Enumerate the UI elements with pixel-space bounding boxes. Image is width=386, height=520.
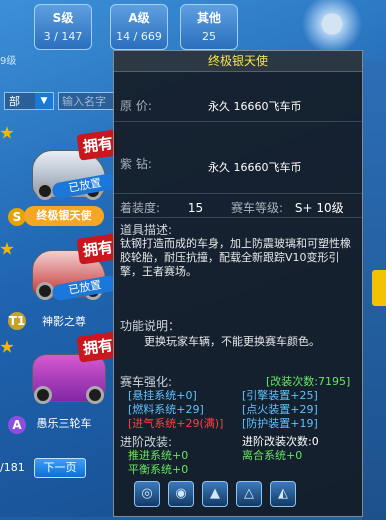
pager: /181 下一页 xyxy=(0,458,118,478)
stat-a-grade[interactable]: A级 14 / 669 xyxy=(110,4,168,50)
enhance-left-1: [燃料系统+29] xyxy=(128,403,204,416)
level-value: S+ 10级 xyxy=(294,201,344,215)
fin-icon: ◭ xyxy=(270,481,296,507)
wheel-icon xyxy=(36,182,54,200)
func-text: 更换玩家车辆，不能更换赛车颜色。 xyxy=(144,335,320,348)
enhance-right-1: [点火装置+29] xyxy=(242,403,318,416)
stat-s-grade[interactable]: S级 3 / 147 xyxy=(34,4,92,50)
swirl-icon: ◉ xyxy=(168,481,194,507)
side-tab[interactable] xyxy=(372,270,386,306)
search-input[interactable]: 输入名字 xyxy=(58,92,118,110)
car-name: 愚乐三轮车 xyxy=(36,417,92,430)
equip-value: 15 xyxy=(187,201,204,215)
spin-icon: ◎ xyxy=(134,481,160,507)
equip-row: 着装度: 15 赛车等级: S+ 10级 xyxy=(120,199,344,216)
divider xyxy=(114,217,362,218)
desc-text: 钛钢打造而成的车身，加上防震玻璃和可塑性橡胶轮胎，耐压抗撞，配载全新跟踪V10变… xyxy=(120,237,351,278)
chevron-down-icon[interactable]: ▼ xyxy=(35,93,53,109)
dropdown-value: 部 xyxy=(9,95,20,108)
tri-icon: △ xyxy=(236,481,262,507)
stat-other[interactable]: 其他 25 xyxy=(180,4,238,50)
purple-price-row: 紫 钻: xyxy=(120,155,152,172)
enhance-right-0: [引擎装置+25] xyxy=(242,389,318,402)
advanced-label: 进阶改装: xyxy=(120,435,173,449)
page-count: /181 xyxy=(0,461,25,474)
star-icon xyxy=(0,126,14,139)
purple-price: 永久 16660飞车币 xyxy=(208,161,302,174)
enhance-label: 赛车强化: xyxy=(120,375,173,389)
tooltip-title: 终极银天使 xyxy=(114,51,362,72)
enhance-count: [改装次数:7195] xyxy=(266,375,351,388)
original-price: 永久 16660飞车币 xyxy=(208,100,302,113)
stat-label: S级 xyxy=(52,11,74,25)
level-label: 赛车等级: xyxy=(230,201,284,215)
wheel-icon xyxy=(34,386,52,404)
next-page-button[interactable]: 下一页 xyxy=(34,458,86,478)
stat-label: A级 xyxy=(128,11,150,25)
purple-price-label: 紫 钻: xyxy=(120,157,152,171)
desc-label: 道具描述: xyxy=(120,223,173,237)
enhance-right-2: [防护装置+19] xyxy=(242,417,318,430)
wheel-icon xyxy=(86,386,104,404)
stat-label: 其他 xyxy=(196,11,221,25)
func-label: 功能说明： xyxy=(120,319,181,333)
original-price-row: 原 价: xyxy=(120,97,152,114)
equip-label: 着装度: xyxy=(120,201,161,215)
advanced-count: 进阶改装次数:0 xyxy=(242,435,319,448)
enhance-left-2: [进气系统+29(满)] xyxy=(128,417,224,430)
category-dropdown[interactable]: 部 ▼ xyxy=(4,92,54,110)
car-card[interactable]: 拥有 已放置 T1 神影之尊 xyxy=(0,228,120,346)
enhance-left-0: [悬挂系统+0] xyxy=(128,389,197,402)
stat-value: 14 / 669 xyxy=(116,30,162,43)
star-icon xyxy=(0,242,14,255)
advanced-right-0: 离合系统+0 xyxy=(242,449,303,462)
collection-stats: S级 3 / 147 A级 14 / 669 其他 25 xyxy=(0,0,386,52)
car-card[interactable]: 拥有 A 愚乐三轮车 xyxy=(0,331,120,452)
car-card[interactable]: 拥有 已放置 S 终极银天使 xyxy=(0,112,120,230)
advanced-left-1: 平衡系统+0 xyxy=(128,463,189,476)
level-fragment: 9级 xyxy=(0,56,17,67)
divider xyxy=(114,121,362,122)
wing-icon: ▲ xyxy=(202,481,228,507)
divider xyxy=(114,193,362,194)
star-icon xyxy=(0,340,14,353)
stat-value: 25 xyxy=(202,30,216,43)
advanced-left-0: 推进系统+0 xyxy=(128,449,189,462)
filter-row: 部 ▼ 输入名字 xyxy=(0,92,118,112)
original-price-label: 原 价: xyxy=(120,99,152,113)
stat-value: 3 / 147 xyxy=(43,30,83,43)
car-name: 终极银天使 xyxy=(24,206,104,226)
car-name: 神影之尊 xyxy=(42,315,86,328)
item-tooltip: 终极银天使 原 价: 永久 16660飞车币 紫 钻: 永久 16660飞车币 … xyxy=(113,50,363,517)
